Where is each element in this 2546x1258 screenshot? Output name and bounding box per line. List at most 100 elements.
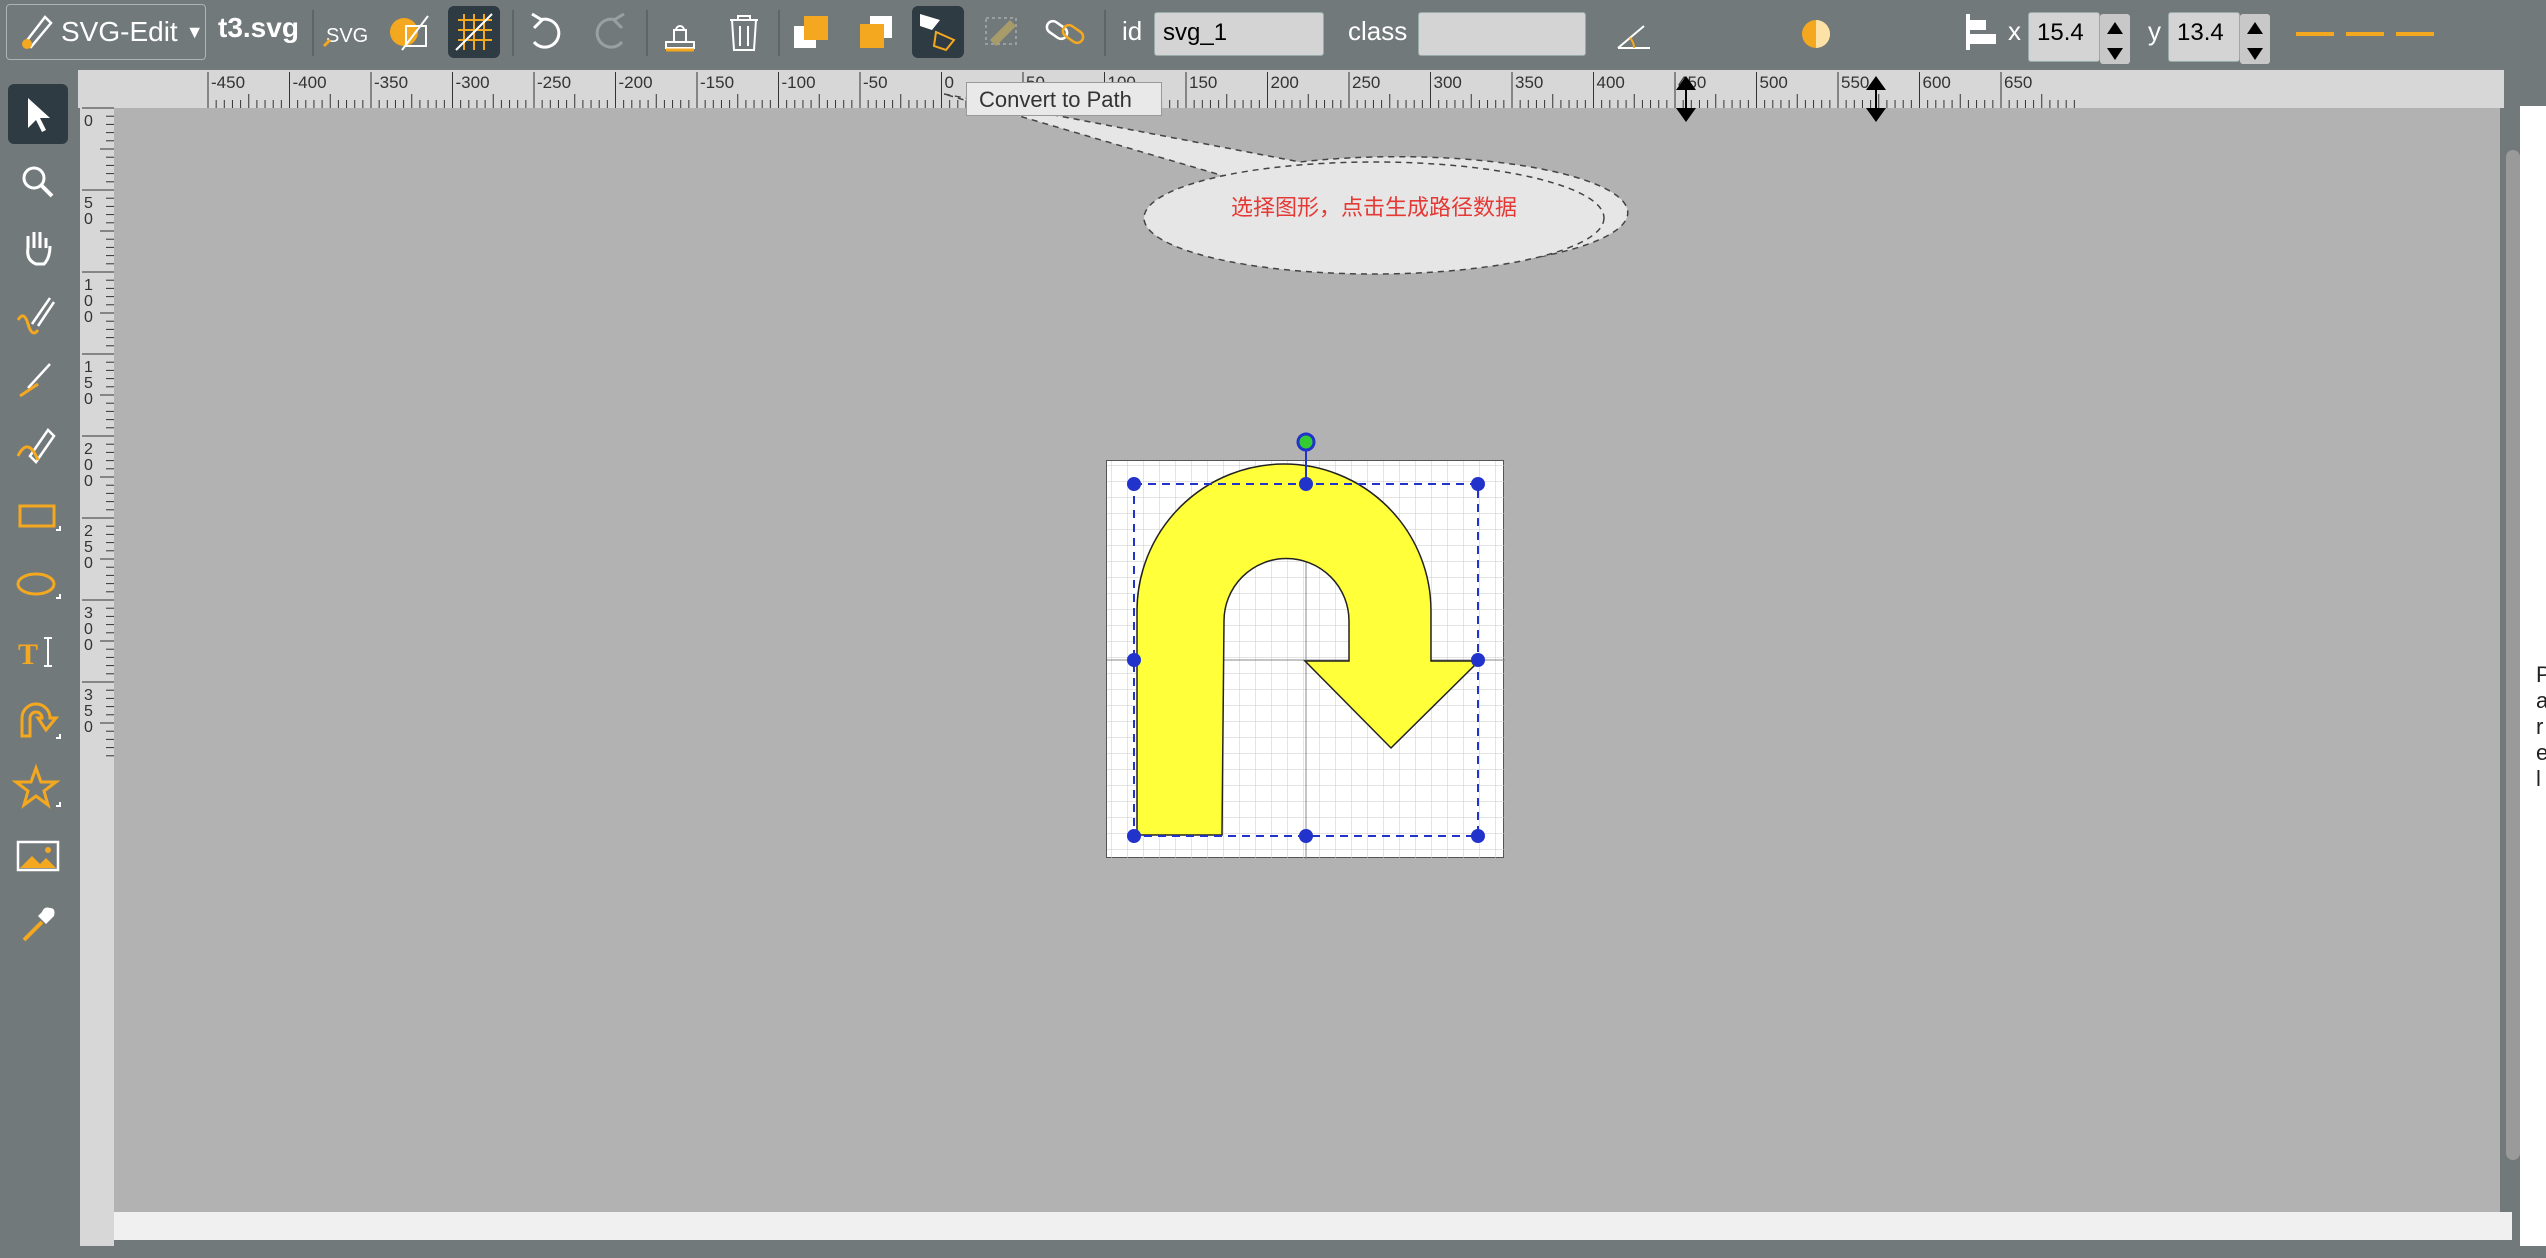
ruler-label: -350 bbox=[374, 73, 408, 92]
freehand-tool-icon[interactable] bbox=[8, 284, 68, 344]
text-tool-icon[interactable]: T bbox=[8, 622, 68, 682]
top-toolbar: SVG-Edit ▼ t3.svg SVG id svg_1 class x 1… bbox=[0, 0, 2546, 66]
main-menu-button[interactable]: SVG-Edit ▼ bbox=[6, 4, 206, 60]
ruler-label: 200 bbox=[1271, 73, 1299, 92]
eyedropper-tool-icon[interactable] bbox=[8, 894, 68, 954]
ruler-label: 250 bbox=[1352, 73, 1380, 92]
convert-to-path-icon[interactable] bbox=[912, 6, 964, 58]
ruler-label: -400 bbox=[293, 73, 327, 92]
separator bbox=[646, 10, 648, 56]
angle-icon[interactable] bbox=[1608, 6, 1660, 58]
reorient-icon[interactable] bbox=[976, 6, 1028, 58]
align-icon[interactable] bbox=[1956, 6, 2008, 58]
ruler-label: 0 bbox=[84, 473, 93, 490]
svg-icon[interactable]: SVG bbox=[320, 6, 372, 58]
undo-icon[interactable] bbox=[520, 6, 572, 58]
ruler-label: -250 bbox=[537, 73, 571, 92]
app-name: SVG-Edit bbox=[61, 16, 178, 47]
ruler-label: 0 bbox=[84, 637, 93, 654]
ruler-label: 0 bbox=[84, 293, 93, 310]
opacity-icon[interactable] bbox=[1790, 6, 1842, 58]
ellipse-tool-icon[interactable] bbox=[8, 554, 68, 614]
left-ruler: 050100150200250300350 bbox=[80, 106, 114, 1246]
file-name: t3.svg bbox=[218, 12, 299, 43]
ruler-label: 3 bbox=[84, 687, 93, 704]
ruler-label: 0 bbox=[84, 555, 93, 572]
ruler-label: 400 bbox=[1597, 73, 1625, 92]
separator bbox=[1104, 10, 1106, 56]
line-tool-icon[interactable] bbox=[8, 350, 68, 410]
side-letter: P bbox=[2536, 662, 2546, 687]
ruler-label: 0 bbox=[84, 211, 93, 228]
export-icon[interactable] bbox=[384, 6, 436, 58]
rect-tool-icon[interactable] bbox=[8, 486, 68, 546]
clone-icon[interactable] bbox=[654, 6, 706, 58]
class-input[interactable] bbox=[1418, 12, 1586, 56]
separator bbox=[512, 10, 514, 56]
x-input[interactable]: 15.4 bbox=[2028, 12, 2100, 62]
ruler-label: 5 bbox=[84, 195, 93, 212]
image-tool-icon[interactable] bbox=[8, 826, 68, 886]
bottom-strip bbox=[114, 1212, 2512, 1240]
y-stepper[interactable] bbox=[2240, 14, 2270, 64]
ruler-label: 3 bbox=[84, 605, 93, 622]
move-to-front-icon[interactable] bbox=[786, 6, 838, 58]
ruler-label: -300 bbox=[456, 73, 490, 92]
ruler-label: 0 bbox=[84, 719, 93, 736]
ruler-label: 1 bbox=[84, 359, 93, 376]
ruler-label: 0 bbox=[945, 73, 954, 92]
ruler-label: 500 bbox=[1760, 73, 1788, 92]
side-letter: a bbox=[2536, 688, 2546, 713]
vertical-scrollbar[interactable] bbox=[2506, 150, 2520, 1160]
side-letter: l bbox=[2536, 766, 2541, 791]
ruler-label: 0 bbox=[84, 309, 93, 326]
left-toolbar: T bbox=[0, 66, 78, 1258]
id-input[interactable]: svg_1 bbox=[1154, 12, 1324, 56]
ruler-label: 0 bbox=[84, 621, 93, 638]
redo-icon[interactable] bbox=[584, 6, 636, 58]
ruler-label: 450 bbox=[1678, 73, 1706, 92]
move-to-back-icon[interactable] bbox=[850, 6, 902, 58]
ruler-label: 150 bbox=[1189, 73, 1217, 92]
ruler-label: 2 bbox=[84, 523, 93, 540]
shapelib-tool-icon[interactable] bbox=[8, 690, 68, 750]
star-tool-icon[interactable] bbox=[8, 758, 68, 818]
ruler-label: -450 bbox=[211, 73, 245, 92]
link-icon[interactable] bbox=[1040, 6, 1092, 58]
ruler-label: 600 bbox=[1923, 73, 1951, 92]
ruler-label: 1 bbox=[84, 277, 93, 294]
side-letter: e bbox=[2536, 740, 2546, 765]
side-letter: r bbox=[2536, 714, 2544, 739]
ruler-label: 300 bbox=[1434, 73, 1462, 92]
svg-canvas[interactable] bbox=[1106, 460, 1505, 859]
y-label: y bbox=[2148, 16, 2161, 46]
ruler-label: 650 bbox=[2004, 73, 2032, 92]
ruler-label: -50 bbox=[863, 73, 888, 92]
ruler-label: 5 bbox=[84, 703, 93, 720]
path-tool-icon[interactable] bbox=[8, 416, 68, 476]
logo-icon bbox=[17, 11, 57, 58]
class-label: class bbox=[1348, 16, 1408, 46]
id-label: id bbox=[1122, 16, 1143, 46]
ruler-label: 550 bbox=[1841, 73, 1869, 92]
stroke-style-dash[interactable] bbox=[2346, 32, 2384, 36]
delete-icon[interactable] bbox=[718, 6, 770, 58]
ruler-label: 0 bbox=[84, 391, 93, 408]
side-panel-text: P a r e l bbox=[2536, 662, 2546, 792]
select-tool-icon[interactable] bbox=[8, 84, 68, 144]
stroke-style-dash[interactable] bbox=[2296, 32, 2334, 36]
callout-text: 选择图形，点击生成路径数据 bbox=[1230, 195, 1517, 220]
ruler-label: 5 bbox=[84, 539, 93, 556]
ruler-label: 2 bbox=[84, 441, 93, 458]
top-ruler: -450-400-350-300-250-200-150-100-5005010… bbox=[78, 70, 2504, 108]
stroke-style-dash[interactable] bbox=[2396, 32, 2434, 36]
pan-tool-icon[interactable] bbox=[8, 218, 68, 278]
x-stepper[interactable] bbox=[2100, 14, 2130, 64]
ruler-label: -100 bbox=[782, 73, 816, 92]
zoom-tool-icon[interactable] bbox=[8, 152, 68, 212]
grid-icon[interactable] bbox=[448, 6, 500, 58]
svg-text:T: T bbox=[18, 638, 38, 671]
y-input[interactable]: 13.4 bbox=[2168, 12, 2240, 62]
ruler-label: -150 bbox=[700, 73, 734, 92]
separator bbox=[312, 10, 314, 56]
